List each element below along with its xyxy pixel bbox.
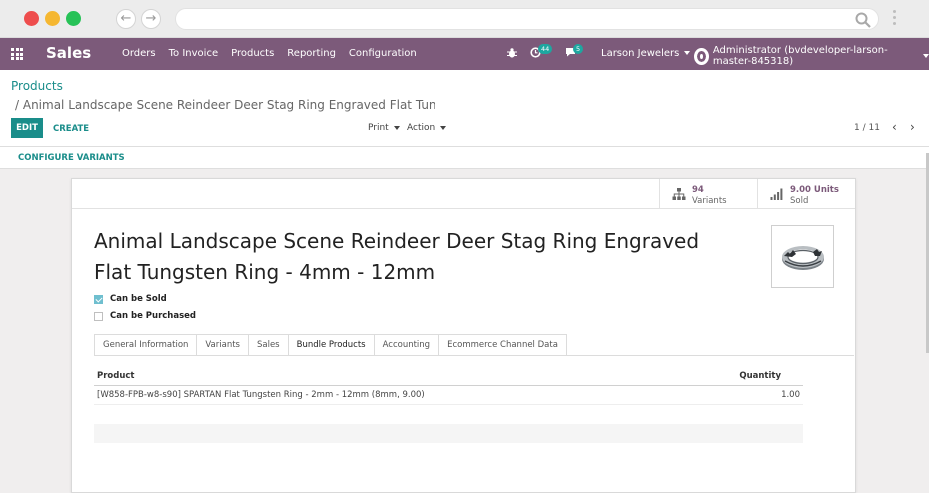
action-dropdown[interactable]: Action xyxy=(407,123,447,133)
bundle-products-table: Product Quantity [W858-FPB-w8-s90] SPART… xyxy=(94,367,803,443)
menu-to-invoice[interactable]: To Invoice xyxy=(169,48,218,59)
row-product: [W858-FPB-w8-s90] SPARTAN Flat Tungsten … xyxy=(97,390,425,400)
tab-accounting[interactable]: Accounting xyxy=(373,334,439,356)
pager-previous-icon[interactable]: ‹ xyxy=(892,120,897,134)
can-be-sold-checkbox[interactable]: Can be Sold xyxy=(94,294,167,304)
company-name: Larson Jewelers xyxy=(601,48,680,59)
can-be-purchased-label: Can be Purchased xyxy=(110,311,197,321)
chevron-down-icon xyxy=(440,125,447,130)
top-navbar: Sales Orders To Invoice Products Reporti… xyxy=(0,38,929,70)
bug-icon[interactable] xyxy=(506,47,518,59)
breadcrumb-current: / Animal Landscape Scene Reindeer Deer S… xyxy=(15,98,435,112)
chevron-down-icon xyxy=(393,125,400,130)
pager-next-icon[interactable]: › xyxy=(910,120,915,134)
smart-button-box: 94 Variants 9.00 Units Sold xyxy=(72,179,855,209)
empty-table-row xyxy=(94,405,803,424)
search-icon[interactable] xyxy=(854,11,872,29)
tungsten-ring-image xyxy=(782,246,824,270)
checkbox-unchecked-icon[interactable] xyxy=(94,311,103,321)
main-menu: Orders To Invoice Products Reporting Con… xyxy=(122,48,417,59)
chevron-down-icon xyxy=(684,51,691,55)
print-label: Print xyxy=(368,123,389,133)
sold-value: 9.00 Units xyxy=(790,185,839,195)
close-window-dot[interactable] xyxy=(24,11,39,26)
product-image[interactable] xyxy=(771,225,834,288)
menu-orders[interactable]: Orders xyxy=(122,48,156,59)
tabs-divider xyxy=(94,355,854,356)
company-switcher[interactable]: Larson Jewelers xyxy=(601,48,691,59)
forward-arrow-icon[interactable]: → xyxy=(141,9,161,29)
edit-button[interactable]: EDIT xyxy=(11,118,43,138)
table-header: Product Quantity xyxy=(94,367,803,386)
activity-badge: 44 xyxy=(538,44,553,54)
sold-label: Sold xyxy=(790,196,809,206)
variants-smart-button[interactable]: 94 Variants xyxy=(659,179,757,209)
checkbox-checked-icon[interactable] xyxy=(94,294,103,304)
tab-sales[interactable]: Sales xyxy=(247,334,288,356)
pager-value[interactable]: 1 / 11 xyxy=(854,123,880,133)
column-quantity[interactable]: Quantity xyxy=(739,371,781,381)
messages-badge: 5 xyxy=(573,44,584,54)
empty-table-row xyxy=(94,424,803,443)
create-button[interactable]: CREATE xyxy=(53,124,89,134)
browser-chrome: ← → xyxy=(0,0,929,38)
configure-variants-button[interactable]: CONFIGURE VARIANTS xyxy=(18,153,125,163)
form-sheet: 94 Variants 9.00 Units Sold Animal Lands… xyxy=(71,178,856,493)
user-name: Administrator (bvdeveloper-larson-master… xyxy=(712,45,888,67)
apps-grid-icon[interactable] xyxy=(11,48,23,60)
variants-count: 94 xyxy=(692,185,704,195)
can-be-sold-label: Can be Sold xyxy=(110,294,167,304)
chevron-down-icon xyxy=(923,54,929,58)
action-label: Action xyxy=(407,123,436,133)
variants-label: Variants xyxy=(692,196,727,206)
sitemap-icon xyxy=(672,188,686,200)
address-bar[interactable] xyxy=(175,8,879,30)
tab-bundle-products[interactable]: Bundle Products xyxy=(287,334,374,356)
tab-general-information[interactable]: General Information xyxy=(94,334,197,356)
kebab-menu-icon[interactable] xyxy=(893,10,897,28)
menu-products[interactable]: Products xyxy=(231,48,274,59)
menu-configuration[interactable]: Configuration xyxy=(349,48,417,59)
sold-smart-button[interactable]: 9.00 Units Sold xyxy=(757,179,855,209)
maximize-window-dot[interactable] xyxy=(66,11,81,26)
app-name[interactable]: Sales xyxy=(46,44,91,62)
table-row[interactable]: [W858-FPB-w8-s90] SPARTAN Flat Tungsten … xyxy=(94,386,803,405)
product-title: Animal Landscape Scene Reindeer Deer Sta… xyxy=(94,229,700,284)
can-be-purchased-checkbox[interactable]: Can be Purchased xyxy=(94,311,196,321)
form-statusbar: CONFIGURE VARIANTS xyxy=(0,147,929,169)
control-panel: Products / Animal Landscape Scene Reinde… xyxy=(0,70,929,147)
column-product[interactable]: Product xyxy=(97,371,135,381)
row-quantity: 1.00 xyxy=(781,390,800,400)
notebook-tabs: General Information Variants Sales Bundl… xyxy=(94,334,567,356)
back-arrow-icon[interactable]: ← xyxy=(116,9,136,29)
user-menu[interactable]: Administrator (bvdeveloper-larson-master… xyxy=(694,45,929,67)
print-dropdown[interactable]: Print xyxy=(368,123,400,133)
breadcrumb-root[interactable]: Products xyxy=(11,79,63,93)
tab-ecommerce-channel-data[interactable]: Ecommerce Channel Data xyxy=(438,334,567,356)
menu-reporting[interactable]: Reporting xyxy=(287,48,336,59)
signal-bars-icon xyxy=(770,188,783,200)
minimize-window-dot[interactable] xyxy=(45,11,60,26)
avatar xyxy=(694,47,709,65)
tab-variants[interactable]: Variants xyxy=(196,334,248,356)
